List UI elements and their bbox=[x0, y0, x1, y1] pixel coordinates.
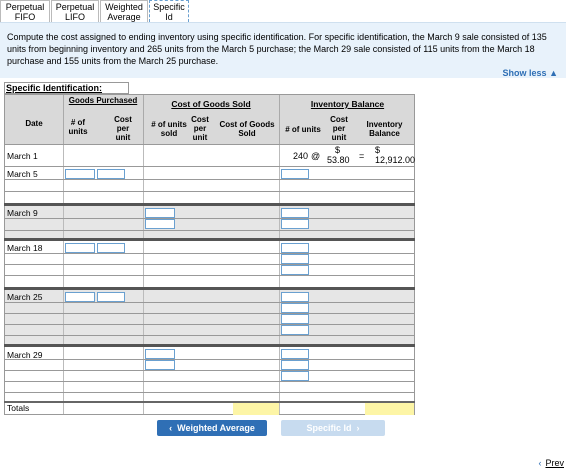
cost-per-unit-input[interactable] bbox=[97, 169, 125, 179]
cost-per-unit-input[interactable] bbox=[97, 292, 125, 302]
units-sold-input[interactable] bbox=[145, 349, 175, 359]
dollar-sign: $ bbox=[375, 145, 381, 155]
weighted-average-button[interactable]: ‹ Weighted Average bbox=[157, 420, 267, 436]
inv-units-input[interactable] bbox=[281, 349, 309, 359]
tab-label-line1: Perpetual bbox=[5, 1, 45, 12]
row-march-5: March 5 bbox=[4, 167, 415, 203]
col-date: Date bbox=[25, 119, 43, 128]
tab-specific-id[interactable]: Specific Id bbox=[149, 0, 189, 22]
inv-cost-value: 53.80 bbox=[327, 155, 350, 165]
cost-per-unit-input[interactable] bbox=[97, 243, 125, 253]
row-date: Totals bbox=[7, 403, 30, 413]
instructions-text: Compute the cost assigned to ending inve… bbox=[7, 32, 547, 66]
col-units-sold: # of units sold bbox=[151, 120, 187, 138]
row-date: March 1 bbox=[7, 151, 38, 161]
at-symbol: @ bbox=[311, 151, 321, 161]
dollar-sign: $ bbox=[335, 145, 341, 155]
inv-units-input[interactable] bbox=[281, 303, 309, 313]
row-date: March 25 bbox=[7, 292, 43, 302]
group-inventory-balance: Inventory Balance bbox=[310, 99, 385, 109]
show-less-link[interactable]: Show less ▲ bbox=[503, 68, 558, 78]
inventory-balance-value: 12,912.00 bbox=[375, 155, 416, 165]
tab-label-line2: LIFO bbox=[64, 11, 85, 22]
tab-label-line1: Weighted bbox=[105, 1, 143, 12]
row-march-25: March 25 bbox=[4, 290, 415, 344]
prev-link[interactable]: ‹ Prev bbox=[538, 458, 564, 468]
units-input[interactable] bbox=[65, 292, 95, 302]
tab-label-line2: Id bbox=[165, 11, 173, 22]
units-input[interactable] bbox=[65, 169, 95, 179]
row-date: March 5 bbox=[7, 169, 38, 179]
total-inventory-cell[interactable] bbox=[365, 403, 414, 415]
row-march-9: March 9 bbox=[4, 206, 415, 240]
chevron-left-icon: ‹ bbox=[169, 423, 173, 433]
tab-label-line2: Average bbox=[107, 11, 141, 22]
col-cost-per-unit: Cost per unit bbox=[114, 115, 132, 142]
tab-perpetual-fifo[interactable]: Perpetual FIFO bbox=[0, 0, 50, 22]
col-units: # of units bbox=[68, 118, 88, 136]
units-sold-input[interactable] bbox=[145, 219, 175, 229]
inv-units-input[interactable] bbox=[281, 254, 309, 264]
row-totals: Totals bbox=[4, 403, 415, 415]
total-cogs-cell[interactable] bbox=[233, 403, 279, 415]
tab-perpetual-lifo[interactable]: Perpetual LIFO bbox=[51, 0, 99, 22]
inv-units-input[interactable] bbox=[281, 371, 309, 381]
group-cost-of-goods-sold: Cost of Goods Sold bbox=[171, 99, 251, 109]
col-cost-of-goods-sold: Cost of Goods Sold bbox=[219, 120, 275, 138]
instructions-panel: Compute the cost assigned to ending inve… bbox=[0, 22, 566, 78]
chevron-left-icon: ‹ bbox=[538, 458, 542, 468]
inv-units-input[interactable] bbox=[281, 169, 309, 179]
specific-id-button[interactable]: Specific Id › bbox=[281, 420, 385, 436]
col-inv-cost-per-unit: Cost per unit bbox=[330, 115, 348, 142]
weighted-average-label: Weighted Average bbox=[177, 423, 255, 433]
units-sold-input[interactable] bbox=[145, 360, 175, 370]
col-inventory-balance: Inventory Balance bbox=[366, 120, 403, 138]
inv-units-input[interactable] bbox=[281, 360, 309, 370]
prev-label: Prev bbox=[545, 458, 564, 468]
tab-weighted-average[interactable]: Weighted Average bbox=[100, 0, 148, 22]
caret-up-icon: ▲ bbox=[549, 68, 558, 78]
units-sold-input[interactable] bbox=[145, 208, 175, 218]
inv-units-input[interactable] bbox=[281, 314, 309, 324]
inv-units-input[interactable] bbox=[281, 265, 309, 275]
inv-units-input[interactable] bbox=[281, 325, 309, 335]
units-input[interactable] bbox=[65, 243, 95, 253]
inv-units-value: 240 bbox=[293, 151, 309, 161]
inv-units-input[interactable] bbox=[281, 219, 309, 229]
tab-label-line1: Specific bbox=[153, 1, 185, 12]
table-header: Date Goods Purchased # of units Cost per… bbox=[4, 94, 415, 145]
row-march-1: March 1 240 @ $ 53.80 = $ 12,912.00 bbox=[4, 145, 415, 167]
show-less-label: Show less bbox=[502, 68, 547, 78]
chevron-right-icon: › bbox=[356, 423, 360, 433]
inv-units-input[interactable] bbox=[281, 243, 309, 253]
specific-id-label: Specific Id bbox=[306, 423, 352, 433]
equals-sign: = bbox=[359, 151, 365, 161]
inv-units-input[interactable] bbox=[281, 208, 309, 218]
inv-units-input[interactable] bbox=[281, 292, 309, 302]
row-march-29: March 29 bbox=[4, 347, 415, 401]
col-cogs-cost-per-unit: Cost per unit bbox=[191, 115, 209, 142]
table-title: Specific Identification: bbox=[4, 82, 129, 94]
row-march-18: March 18 bbox=[4, 241, 415, 289]
col-inv-units: # of units bbox=[285, 125, 321, 134]
tab-label-line2: FIFO bbox=[14, 11, 36, 22]
method-tabs: Perpetual FIFO Perpetual LIFO Weighted A… bbox=[0, 0, 190, 22]
row-date: March 18 bbox=[7, 243, 43, 253]
row-date: March 9 bbox=[7, 208, 38, 218]
tab-label-line1: Perpetual bbox=[55, 1, 95, 12]
group-goods-purchased: Goods Purchased bbox=[68, 96, 138, 105]
